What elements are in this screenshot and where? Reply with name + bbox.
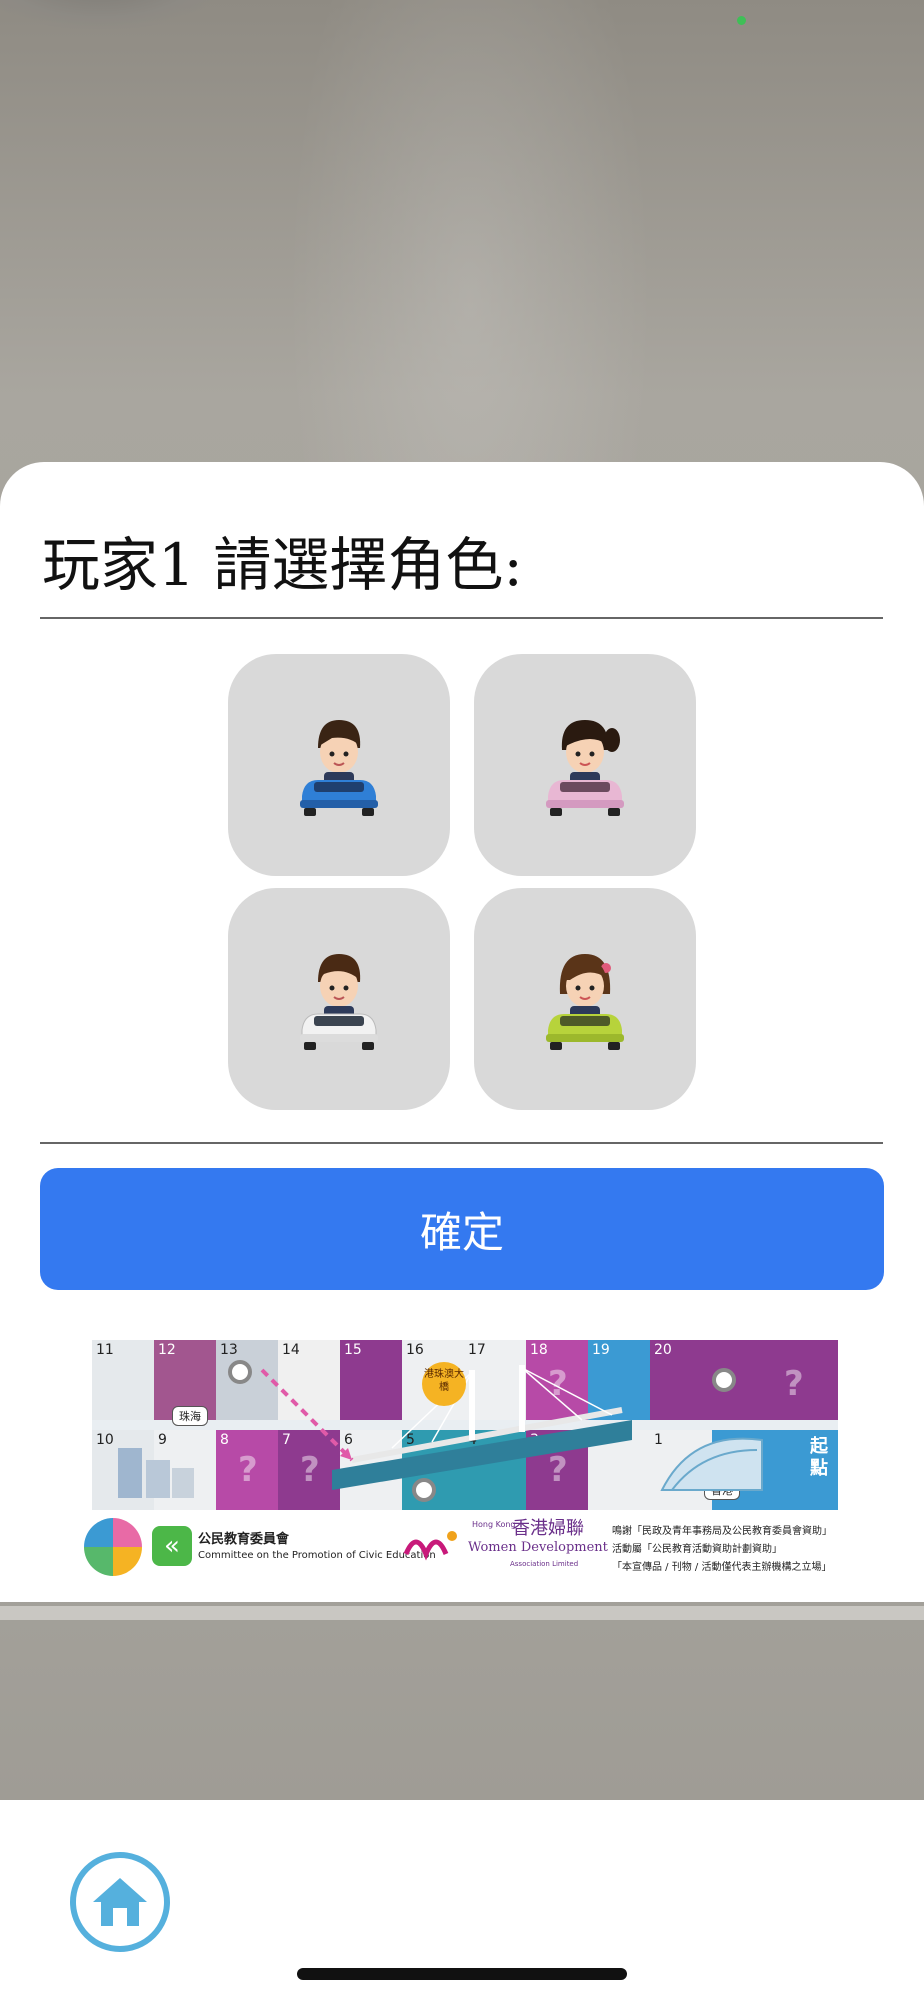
question-mark-icon: ?: [300, 1450, 320, 1490]
home-indicator: [297, 1968, 627, 1980]
hkwda-name-en-small: Hong Kong: [472, 1520, 516, 1529]
start-label: 起點: [810, 1436, 828, 1479]
acknowledgement-line-3: 「本宣傳品 / 刊物 / 活動僅代表主辦機構之立場」: [612, 1562, 832, 1573]
buildings-illustration: [118, 1448, 194, 1498]
question-mark-icon: ?: [548, 1450, 568, 1490]
board-token-slot: [228, 1360, 252, 1384]
boy-driver-icon: [300, 720, 378, 816]
character-option-boy-white[interactable]: [228, 888, 450, 1110]
board-cell: 20: [650, 1340, 712, 1420]
board-token-slot: [412, 1478, 436, 1502]
camera-indicator-dot: [737, 16, 746, 25]
confirm-button[interactable]: 確定: [40, 1168, 884, 1290]
character-grid: [228, 654, 696, 1110]
home-button[interactable]: [70, 1852, 170, 1952]
dialog-title: 玩家1 請選擇角色:: [42, 531, 523, 599]
question-mark-icon: ?: [548, 1364, 568, 1404]
boy-driver-icon: [300, 954, 378, 1050]
committee-name-zh: 公民教育委員會: [198, 1532, 290, 1547]
character-option-girl-green[interactable]: [474, 888, 696, 1110]
hkwda-name-zh: 香港婦聯: [512, 1518, 584, 1539]
committee-name-en: Committee on the Promotion of Civic Educ…: [198, 1550, 436, 1561]
table-edge: [0, 1606, 924, 1620]
board-game-banner: 11 12 13 14 15 16 17 18 19 20 10 9 8 7 6…: [92, 1340, 838, 1510]
hkwda-logo: [403, 1531, 457, 1561]
committee-logo-icon: «: [152, 1526, 192, 1566]
home-icon: [93, 1878, 147, 1926]
acknowledgement-line-1: 鳴謝「民政及青年事務局及公民教育委員會資助」: [612, 1526, 832, 1537]
place-label-zhuhai: 珠海: [172, 1406, 208, 1426]
hkwda-name-en: Women Development: [468, 1540, 608, 1555]
bridge-illustration: [332, 1365, 632, 1490]
divider-top: [40, 617, 883, 619]
bridge-label-badge: 港珠澳大橋: [422, 1362, 466, 1406]
board-cell: 11: [92, 1340, 154, 1420]
civic-education-logo: [84, 1518, 142, 1576]
acknowledgement-line-2: 活動屬「公民教育活動資助計劃資助」: [612, 1544, 782, 1555]
question-mark-icon: ?: [784, 1364, 804, 1404]
character-option-boy-blue[interactable]: [228, 654, 450, 876]
character-option-girl-pink[interactable]: [474, 654, 696, 876]
cup-rim: [0, 0, 230, 30]
divider-bottom: [40, 1142, 883, 1144]
girl-driver-icon: [546, 720, 624, 816]
question-mark-icon: ?: [238, 1450, 258, 1490]
convention-centre-illustration: [660, 1437, 763, 1491]
board-token-slot: [712, 1368, 736, 1392]
girl-driver-icon: [546, 954, 624, 1050]
hkwda-name-en-sub: Association Limited: [510, 1560, 579, 1568]
sponsor-strip: « 公民教育委員會 Committee on the Promotion of …: [80, 1510, 844, 1582]
